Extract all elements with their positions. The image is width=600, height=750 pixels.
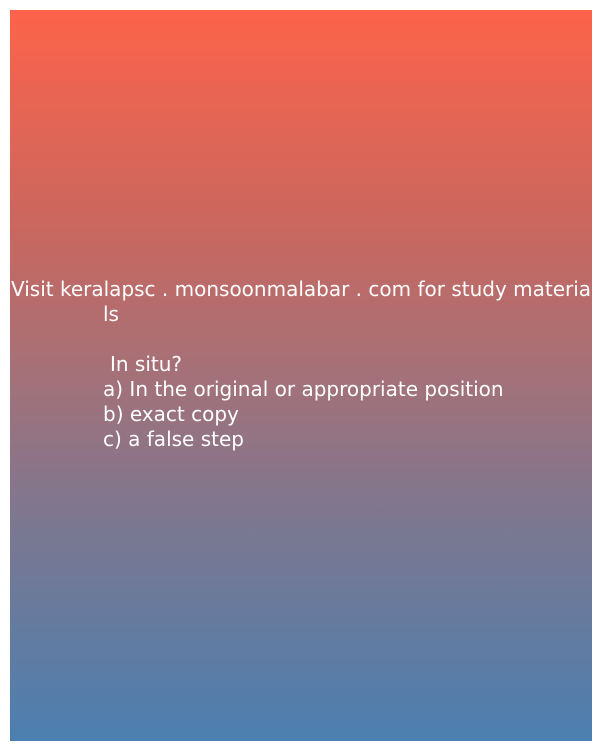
option-c: c) a false step xyxy=(103,427,244,451)
option-a: a) In the original or appropriate positi… xyxy=(103,377,504,401)
quiz-card: Visit keralapsc . monsoonmalabar . com f… xyxy=(10,10,592,741)
promo-line-1: Visit keralapsc . monsoonmalabar . com f… xyxy=(11,277,592,301)
question-text: In situ? xyxy=(110,352,183,376)
promo-line-2: ls xyxy=(103,302,119,326)
option-b: b) exact copy xyxy=(103,402,239,426)
